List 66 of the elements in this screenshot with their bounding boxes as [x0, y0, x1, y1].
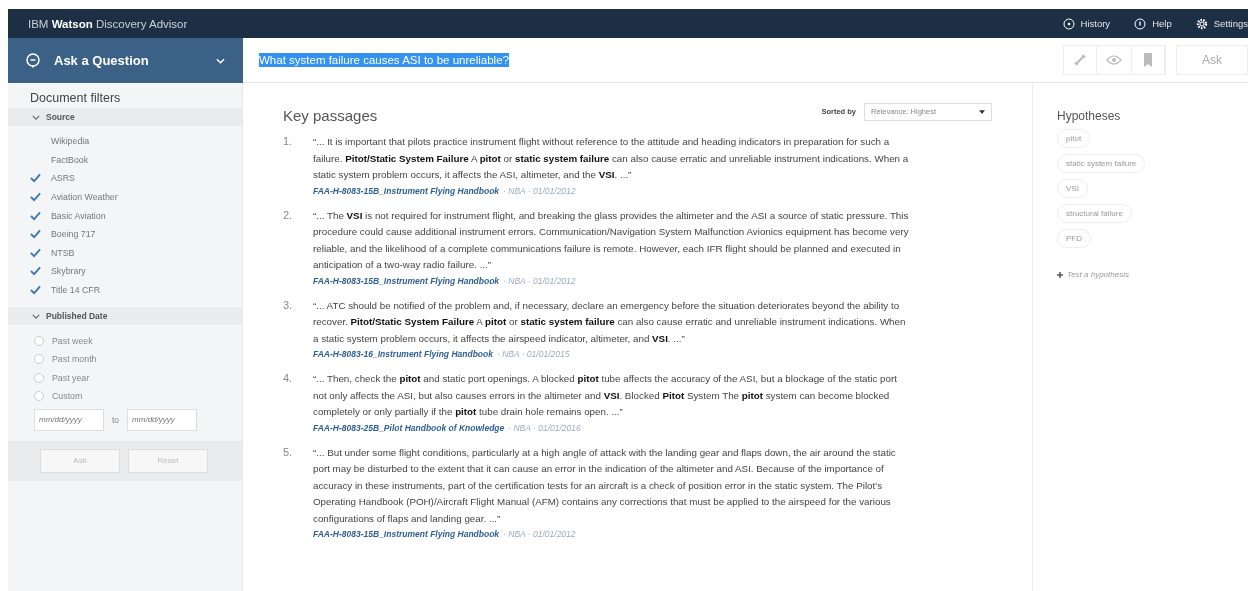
source-label: ASRS: [51, 173, 75, 184]
radio-button[interactable]: [34, 335, 44, 346]
passage-number: 2.: [283, 207, 294, 223]
mode-dropdown[interactable]: Ask a Question: [8, 38, 243, 83]
nav-link[interactable]: History: [1062, 17, 1111, 30]
check-icon[interactable]: [30, 210, 41, 221]
nav-link[interactable]: Help: [1134, 17, 1172, 30]
check-icon[interactable]: [30, 192, 41, 203]
chevron-down-icon: [32, 114, 40, 120]
chevron-down-icon: [32, 313, 40, 319]
check-icon[interactable]: [30, 173, 41, 184]
source-meta: · NBA · 01/01/2012: [503, 528, 576, 541]
source-link[interactable]: FAA-H-8083-15B_Instrument Flying Handbook: [313, 183, 500, 198]
radio-button[interactable]: [34, 391, 44, 402]
source-meta: · NBA · 01/01/2015: [496, 348, 570, 361]
source-link[interactable]: FAA-H-8083-16_Instrument Flying Handbook: [313, 347, 493, 361]
passage-number: 5.: [283, 444, 294, 460]
nav-link[interactable]: Settings: [1195, 17, 1248, 30]
plus-icon: [1057, 271, 1063, 278]
date-option-label: Custom: [52, 391, 83, 402]
check-icon[interactable]: [30, 247, 41, 258]
passage-number: 3.: [283, 297, 294, 313]
source-meta: · NBA · 01/01/2012: [503, 274, 576, 288]
passage-number: 1.: [283, 134, 294, 149]
app-title: IBM Watson Discovery Advisor: [28, 17, 188, 30]
passage-text: “... The VSI is not required for instrument flight, and breaking the glass provides the altimeter and the ASI a source of static pressure. This procedure could cause additional instrument errors. Communication/Navigation System Malfunction Avionics equipment has become very reliable, and the likelihood of a complete communications failure is remote. However, each IFR flight should be planned and executed in anticipation of a two-way radio failure. ...”: [313, 208, 910, 272]
section-title: Key passages: [283, 107, 378, 124]
speech-bubble-icon: [26, 52, 40, 69]
source-label: Wikipedia: [51, 136, 90, 147]
date-field[interactable]: mm/dd/yyyy: [127, 408, 198, 431]
source-label: Boeing 717: [51, 229, 96, 240]
caret-icon: [979, 109, 985, 114]
settings-icon: [1195, 17, 1208, 30]
passage-text: “... ATC should be notified of the problem and, if necessary, declare an emergency before the situation deteriorates beyond the ability to recover. Pitot/Static System Failure A pitot or static system failure can also cause erratic and unreliable instrument indications. When a static system problem occurs, it affects the airspeed indicator, altimeter, and VSI. ...”: [313, 298, 907, 346]
source-link[interactable]: FAA-H-8083-15B_Instrument Flying Handbook: [313, 527, 500, 541]
passage-text: “... Then, check the pitot and static port openings. A blocked pitot tube affects the accuracy of the ASI, but a blockage of the static port not only affects the ASI, but also causes errors in the altimeter and VSI. Blocked Pitot System The pitot system can become blocked completely or only partially if the pitot tube drain hole remains open. ...”: [313, 372, 898, 419]
chevron-down-icon: [216, 57, 225, 64]
source-label: Title 14 CFR: [51, 285, 101, 296]
section-title: Hypotheses: [1057, 109, 1121, 123]
source-link[interactable]: FAA-H-8083-25B_Pilot Handbook of Knowledge: [313, 420, 505, 435]
source-link[interactable]: FAA-H-8083-15B_Instrument Flying Handbook: [313, 273, 500, 288]
source-meta: · NBA · 01/01/2012: [503, 184, 576, 198]
passage-text: “... But under some flight conditions, particularly at a high angle of attack with the landing gear and flaps down, the air around the static port may be disturbed to the extent that it can cause an error in the indication of the altimeter and ASI. Because of the importance of accuracy in these instruments, part of the certification tests for an aircraft is a check of position error in the static system. The Pilot's Operating Handbook (POH)/Aircraft Flight Manual (AFM) contains any corrections that must be applied to the airspeed for the various configurations of flaps and landing gear. ...”: [313, 445, 897, 526]
check-icon[interactable]: [30, 229, 41, 240]
date-field[interactable]: mm/dd/yyyy: [34, 408, 104, 431]
section-header[interactable]: Published Date: [8, 307, 242, 326]
source-label: Aviation Weather: [51, 192, 118, 203]
source-label: NTSB: [51, 247, 75, 258]
panel-title: Document filters: [29, 90, 122, 107]
source-meta: · NBA · 01/01/2016: [508, 421, 581, 435]
check-icon[interactable]: [30, 285, 41, 296]
date-option-label: Past year: [52, 372, 90, 383]
clock-icon: [1062, 17, 1075, 30]
source-label: Basic Aviation: [51, 210, 106, 221]
passage-text: “... It is important that pilots practice instrument flight without reference to the attitude and heading indicators in preparation for such a failure. Pitot/Static System Failure A pitot or static system failure can also cause erratic and unreliable instrument indications. When a static system problem occurs, it affects the ASI, altimeter, and the VSI. ...”: [313, 135, 910, 182]
check-icon[interactable]: [30, 266, 41, 277]
to-label: to: [112, 414, 120, 425]
date-option-label: Past week: [52, 335, 93, 346]
passage-number: 4.: [283, 371, 294, 386]
source-label: Skybrary: [51, 266, 86, 277]
help-icon: [1134, 17, 1147, 30]
section-header[interactable]: Source: [8, 108, 242, 126]
radio-button[interactable]: [34, 354, 44, 365]
date-option-label: Past month: [52, 354, 97, 365]
source-label: FactBook: [51, 154, 89, 165]
radio-button[interactable]: [34, 372, 44, 383]
